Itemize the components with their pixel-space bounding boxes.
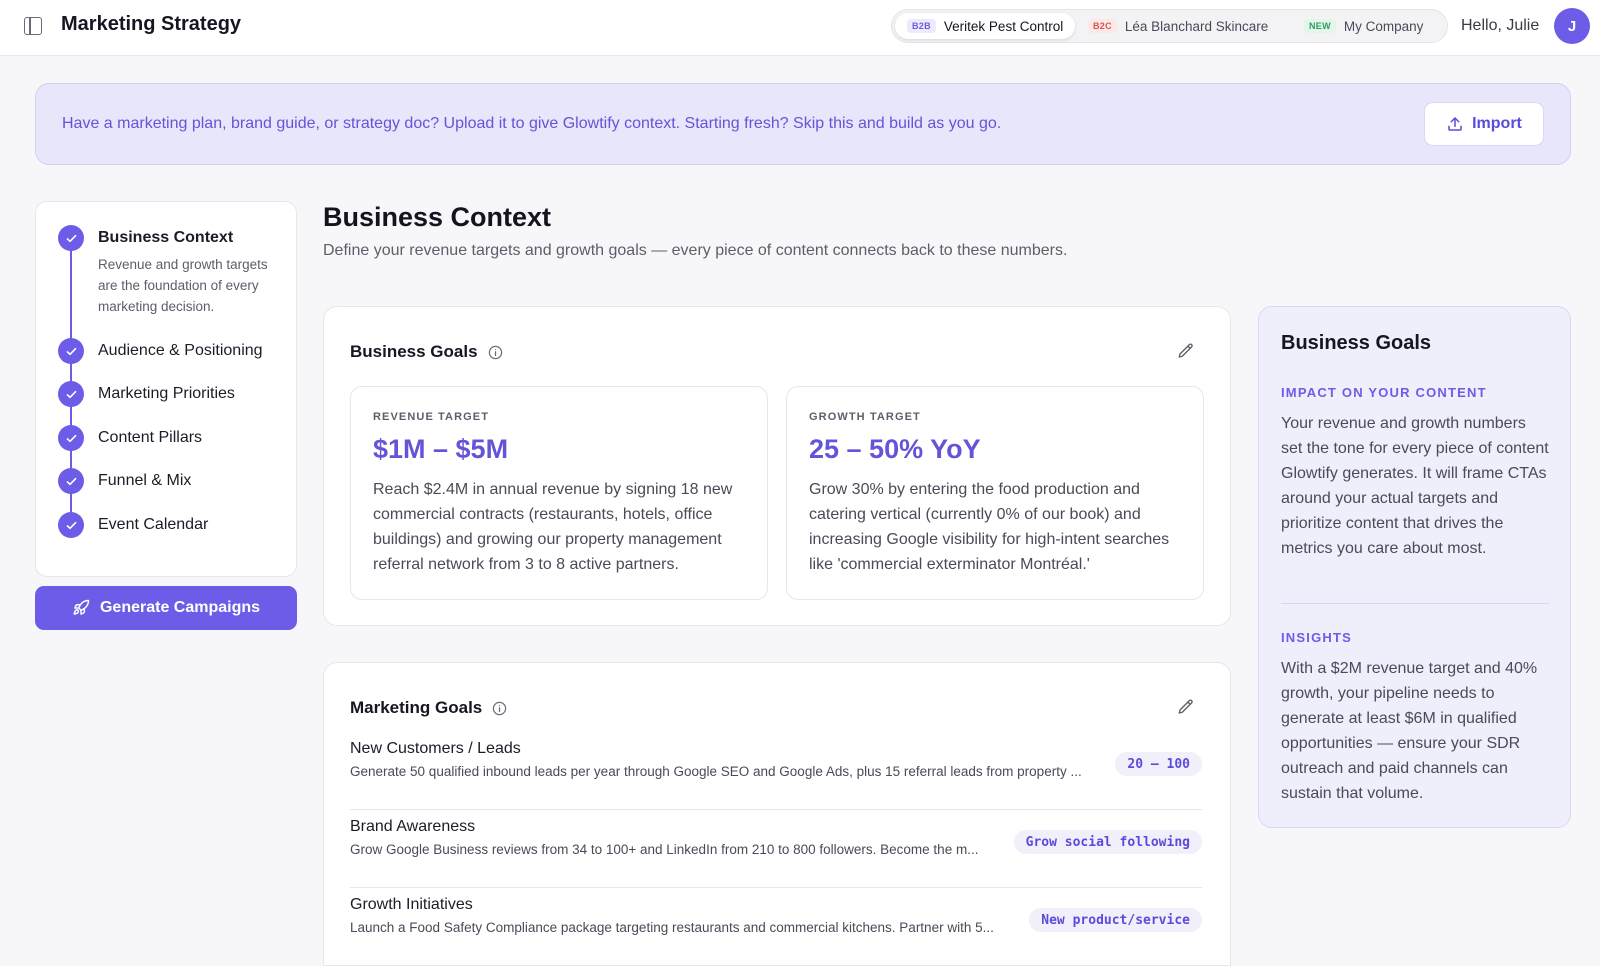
sidebar-toggle-icon[interactable] xyxy=(24,17,42,35)
b2b-tag: B2B xyxy=(907,19,936,33)
new-tag: NEW xyxy=(1304,19,1336,33)
top-bar: Marketing Strategy B2B Veritek Pest Cont… xyxy=(0,0,1600,56)
user-greeting: Hello, Julie xyxy=(1461,17,1540,34)
revenue-target-value: $1M – $5M xyxy=(373,434,509,464)
check-icon xyxy=(58,338,84,364)
step-label: Event Calendar xyxy=(98,516,209,533)
impact-label: IMPACT ON YOUR CONTENT xyxy=(1281,385,1487,400)
list-item[interactable]: Brand Awareness Grow Google Business rev… xyxy=(350,810,1202,888)
step-funnel-mix[interactable]: Funnel & Mix xyxy=(58,468,191,494)
page-subtitle: Define your revenue targets and growth g… xyxy=(323,242,1068,259)
edit-icon[interactable] xyxy=(1177,342,1195,360)
app-title: Marketing Strategy xyxy=(61,13,242,35)
step-label: Content Pillars xyxy=(98,429,203,446)
company-veritek[interactable]: B2B Veritek Pest Control xyxy=(895,13,1076,39)
step-label: Business Context xyxy=(98,229,234,246)
info-icon[interactable] xyxy=(488,345,503,360)
check-icon xyxy=(58,425,84,451)
step-audience-positioning[interactable]: Audience & Positioning xyxy=(58,338,263,364)
goal-title: Growth Initiatives xyxy=(350,896,473,913)
growth-target-label: GROWTH TARGET xyxy=(809,411,921,423)
card-title: Business Goals xyxy=(350,342,503,362)
goal-title: New Customers / Leads xyxy=(350,740,521,757)
insights-label: INSIGHTS xyxy=(1281,630,1352,645)
b2c-tag: B2C xyxy=(1088,19,1117,33)
info-icon[interactable] xyxy=(492,701,507,716)
avatar[interactable]: J xyxy=(1554,8,1590,44)
revenue-target-box: REVENUE TARGET $1M – $5M Reach $2.4M in … xyxy=(350,386,768,600)
banner-text: Have a marketing plan, brand guide, or s… xyxy=(62,115,1002,132)
company-switcher: B2B Veritek Pest Control B2C Léa Blancha… xyxy=(891,9,1448,43)
insights-text: With a $2M revenue target and 40% growth… xyxy=(1281,660,1538,802)
step-description: Revenue and growth targets are the found… xyxy=(98,257,268,314)
generate-campaigns-button[interactable]: Generate Campaigns xyxy=(35,586,297,630)
step-marketing-priorities[interactable]: Marketing Priorities xyxy=(58,381,235,407)
step-label: Marketing Priorities xyxy=(98,385,235,402)
company-name: My Company xyxy=(1343,18,1424,34)
goal-description: Launch a Food Safety Compliance package … xyxy=(350,920,994,935)
import-label: Import xyxy=(1472,115,1522,132)
company-lea-blanchard[interactable]: B2C Léa Blanchard Skincare xyxy=(1076,13,1280,39)
growth-target-description: Grow 30% by entering the food production… xyxy=(809,481,1170,573)
company-name: Veritek Pest Control xyxy=(943,18,1064,34)
company-name: Léa Blanchard Skincare xyxy=(1124,18,1269,34)
goal-description: Generate 50 qualified inbound leads per … xyxy=(350,764,1082,779)
step-business-context[interactable]: Business Context xyxy=(58,225,233,251)
card-title: Marketing Goals xyxy=(350,698,507,718)
growth-target-value: 25 – 50% YoY xyxy=(809,434,981,464)
panel-title: Business Goals xyxy=(1281,332,1432,354)
step-label: Audience & Positioning xyxy=(98,342,263,359)
company-my-company[interactable]: NEW My Company xyxy=(1292,13,1435,39)
goal-description: Grow Google Business reviews from 34 to … xyxy=(350,842,979,857)
goal-badge: 20 – 100 xyxy=(1115,752,1202,776)
impact-text: Your revenue and growth numbers set the … xyxy=(1281,415,1549,557)
goal-title: Brand Awareness xyxy=(350,818,476,835)
check-icon xyxy=(58,468,84,494)
step-content-pillars[interactable]: Content Pillars xyxy=(58,425,202,451)
import-banner: Have a marketing plan, brand guide, or s… xyxy=(35,83,1571,165)
strategy-stepper: Business Context Revenue and growth targ… xyxy=(35,201,297,577)
goal-badge: Grow social following xyxy=(1013,830,1202,854)
upload-icon xyxy=(1448,117,1462,131)
business-goals-info-panel: Business Goals IMPACT ON YOUR CONTENT Yo… xyxy=(1258,306,1571,828)
import-button[interactable]: Import xyxy=(1424,102,1544,146)
page-title: Business Context xyxy=(323,202,552,232)
goal-badge: New product/service xyxy=(1029,908,1202,932)
edit-icon[interactable] xyxy=(1177,698,1195,716)
check-icon xyxy=(58,381,84,407)
list-item[interactable]: New Customers / Leads Generate 50 qualif… xyxy=(350,732,1202,810)
revenue-target-description: Reach $2.4M in annual revenue by signing… xyxy=(373,481,733,573)
list-item[interactable]: Growth Initiatives Launch a Food Safety … xyxy=(350,888,1202,966)
business-goals-card: Business Goals REVENUE TARGET $1M – $5M … xyxy=(323,306,1231,626)
panel-divider xyxy=(1281,603,1549,604)
business-goals-title: Business Goals xyxy=(350,342,478,361)
marketing-goals-title: Marketing Goals xyxy=(350,698,483,717)
step-label: Funnel & Mix xyxy=(98,472,192,489)
growth-target-box: GROWTH TARGET 25 – 50% YoY Grow 30% by e… xyxy=(786,386,1204,600)
marketing-goals-card: Marketing Goals New Customers / Leads Ge… xyxy=(323,662,1231,966)
generate-label: Generate Campaigns xyxy=(99,599,261,616)
check-icon xyxy=(58,512,84,538)
rocket-icon xyxy=(73,599,90,615)
revenue-target-label: REVENUE TARGET xyxy=(373,411,490,423)
check-icon xyxy=(58,225,84,251)
step-event-calendar[interactable]: Event Calendar xyxy=(58,512,208,538)
